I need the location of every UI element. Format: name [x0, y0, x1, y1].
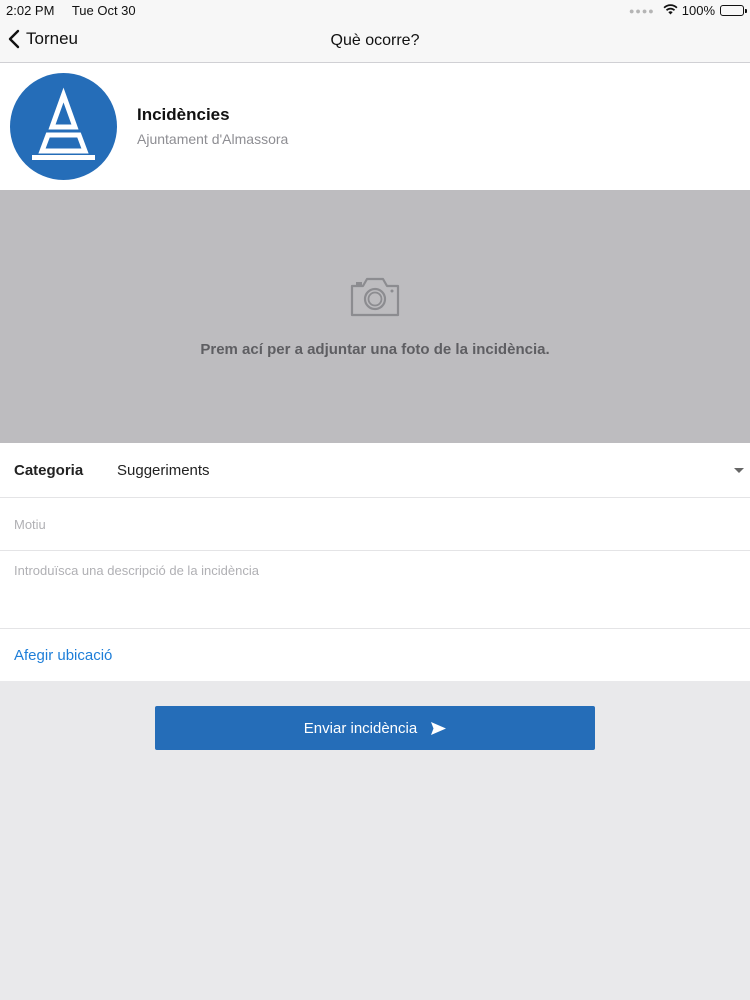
organization-name: Ajuntament d'Almassora — [137, 131, 289, 147]
attach-photo-hint: Prem ací per a adjuntar una foto de la i… — [200, 341, 550, 358]
screen: 2:02 PM Tue Oct 30 ●●●● 100% Torneu Què … — [0, 0, 750, 1000]
app-header: Incidències Ajuntament d'Almassora — [0, 63, 750, 190]
category-select[interactable]: Suggeriments — [117, 462, 210, 479]
motiu-input[interactable] — [14, 498, 736, 550]
motiu-row — [0, 498, 750, 551]
category-row: Categoria Suggeriments — [0, 443, 750, 498]
submit-label: Enviar incidència — [303, 719, 418, 737]
add-location-link[interactable]: Afegir ubicació — [14, 647, 112, 664]
camera-icon — [349, 276, 401, 323]
app-logo — [10, 73, 117, 180]
status-right: ●●●● 100% — [629, 3, 747, 18]
submit-incident-button[interactable]: Enviar incidència — [155, 706, 595, 750]
status-date: Tue Oct 30 — [71, 3, 136, 18]
description-row — [0, 551, 750, 629]
nav-bar: Torneu Què ocorre? — [0, 20, 750, 63]
signal-dots-icon: ●●●● — [629, 5, 655, 16]
status-time: 2:02 PM — [6, 3, 55, 18]
app-name: Incidències — [137, 105, 230, 124]
description-textarea[interactable] — [14, 563, 736, 623]
incident-form: Categoria Suggeriments Afegir ubicació — [0, 443, 750, 681]
category-label: Categoria — [14, 462, 84, 479]
location-row: Afegir ubicació — [0, 629, 750, 681]
nav-title: Què ocorre? — [330, 32, 420, 49]
status-bar: 2:02 PM Tue Oct 30 ●●●● 100% — [0, 0, 750, 20]
attach-photo-area[interactable]: Prem ací per a adjuntar una foto de la i… — [0, 190, 750, 443]
cone-logo-icon — [32, 87, 95, 160]
status-left: 2:02 PM Tue Oct 30 — [6, 3, 150, 18]
caret-down-icon[interactable] — [734, 468, 744, 473]
wifi-icon — [663, 3, 678, 18]
send-icon — [431, 721, 447, 735]
battery-icon — [720, 5, 747, 16]
battery-percent: 100% — [681, 3, 715, 18]
